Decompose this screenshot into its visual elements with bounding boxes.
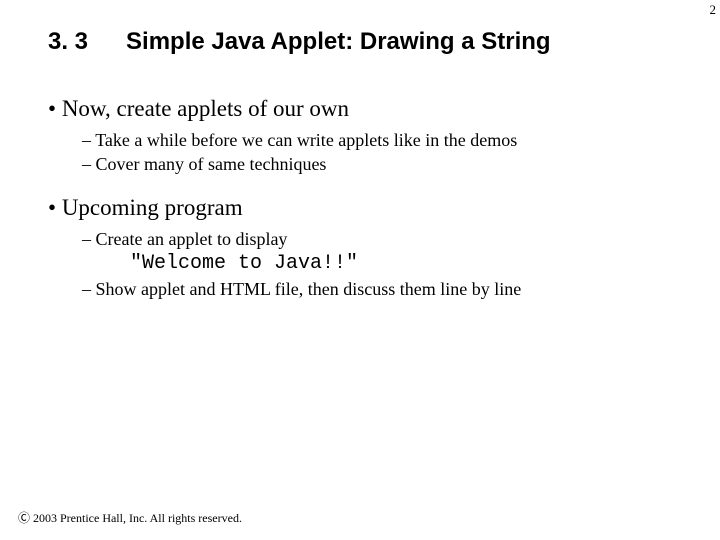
bullet-level-1: Now, create applets of our own	[48, 96, 720, 122]
copyright-footer: Ⓒ 2003 Prentice Hall, Inc. All rights re…	[18, 509, 242, 526]
sub-bullet-list: Take a while before we can write applets…	[48, 128, 720, 177]
slide-content: Now, create applets of our own Take a wh…	[0, 56, 720, 301]
code-string: "Welcome to Java!!"	[82, 251, 720, 277]
bullet-level-2: Take a while before we can write applets…	[82, 128, 720, 152]
bullet-level-2: Cover many of same techniques	[82, 152, 720, 176]
section-number: 3. 3	[48, 28, 88, 56]
bullet-level-2: Create an applet to display	[82, 227, 720, 251]
bullet-level-1: Upcoming program	[48, 195, 720, 221]
bullet-level-2: Show applet and HTML file, then discuss …	[82, 277, 720, 301]
page-number: 2	[710, 2, 717, 18]
section-title: Simple Java Applet: Drawing a String	[126, 28, 551, 56]
sub-bullet-list: Create an applet to display "Welcome to …	[48, 227, 720, 302]
slide-header: 3. 3 Simple Java Applet: Drawing a Strin…	[0, 0, 720, 56]
